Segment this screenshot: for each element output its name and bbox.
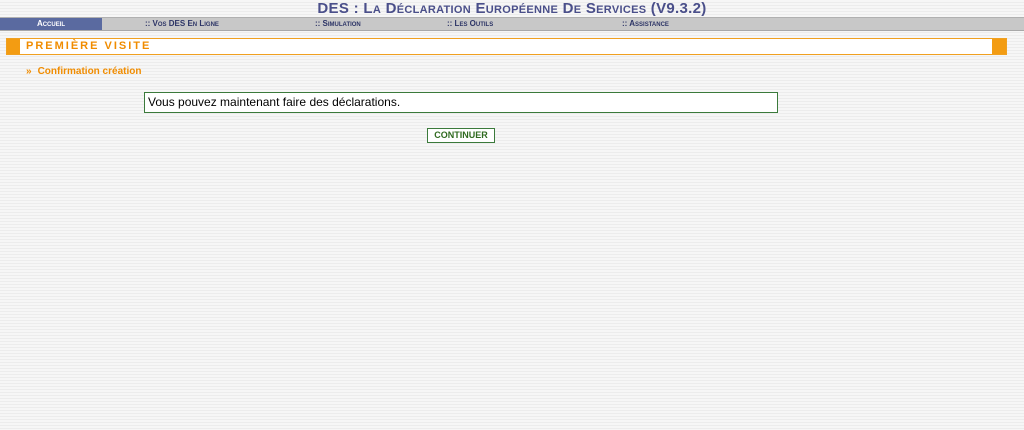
section-header-left-accent: [7, 39, 20, 54]
nav-item-simulation[interactable]: :: Simulation: [315, 18, 361, 30]
section-subtitle: » Confirmation création: [26, 66, 141, 77]
page-title: DES : La Déclaration Européenne De Servi…: [317, 0, 707, 17]
section-header-right-accent: [992, 39, 1006, 54]
main-nav: Accueil :: Vos DES En Ligne :: Simulatio…: [0, 17, 1024, 31]
double-chevron-icon: »: [26, 66, 32, 77]
nav-item-vos-des-en-ligne[interactable]: :: Vos DES En Ligne: [145, 18, 219, 30]
nav-item-assistance[interactable]: :: Assistance: [622, 18, 669, 30]
section-header: PREMIÈRE VISITE: [6, 38, 1007, 55]
nav-item-accueil[interactable]: Accueil: [0, 18, 102, 30]
confirmation-message: Vous pouvez maintenant faire des déclara…: [144, 92, 778, 113]
section-subtitle-label: Confirmation création: [37, 66, 142, 77]
nav-item-les-outils[interactable]: :: Les Outils: [447, 18, 493, 30]
continue-button[interactable]: CONTINUER: [427, 128, 495, 143]
section-title: PREMIÈRE VISITE: [26, 40, 152, 52]
